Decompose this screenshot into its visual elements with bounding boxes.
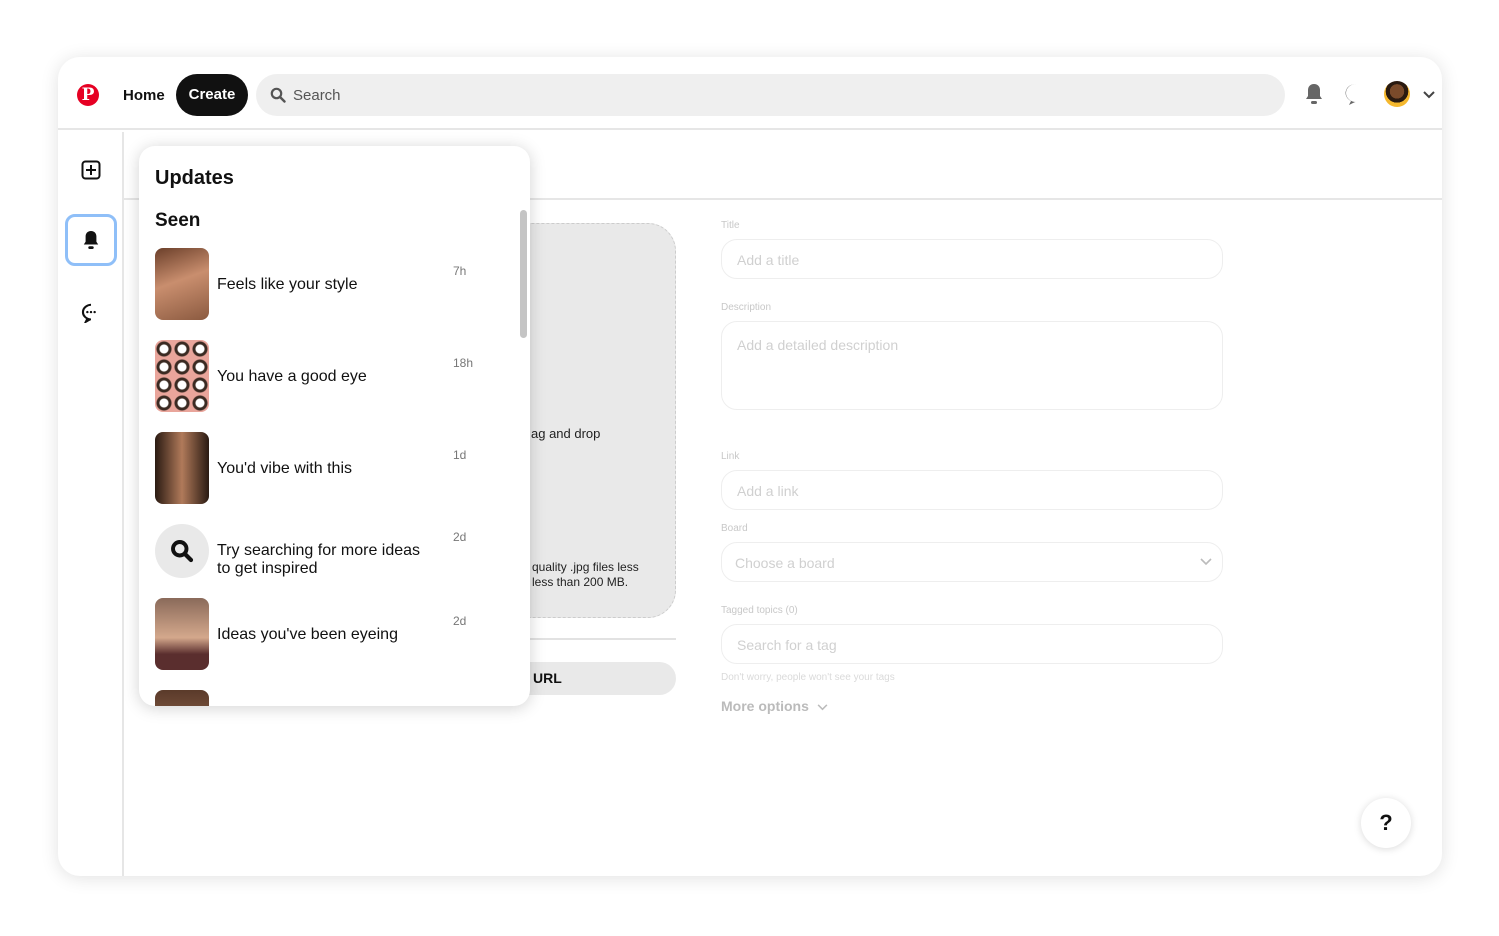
update-item[interactable]: Ideas you've been eyeing 2d <box>155 598 495 670</box>
board-select[interactable]: Choose a board <box>721 542 1223 582</box>
update-time: 2d <box>453 530 467 544</box>
update-text: Feels like your style <box>217 276 358 293</box>
tag-search-input[interactable]: Search for a tag <box>721 624 1223 664</box>
board-label: Board <box>721 523 748 534</box>
update-text: Ideas you've been eyeing <box>217 626 398 643</box>
app-window: P Home Create Search ag and drop quality… <box>58 57 1442 876</box>
link-input[interactable]: Add a link <box>721 470 1223 510</box>
update-text: You'd vibe with this <box>217 460 352 477</box>
chevron-down-icon <box>817 704 828 711</box>
updates-title: Updates <box>155 167 234 189</box>
title-input[interactable]: Add a title <box>721 239 1223 279</box>
home-link[interactable]: Home <box>123 87 165 104</box>
update-item[interactable]: You'd vibe with this 1d <box>155 432 495 504</box>
search-suggestion-avatar <box>155 524 209 578</box>
update-text: Try searching for more ideas to get insp… <box>217 542 421 577</box>
more-options-label: More options <box>721 698 809 714</box>
tags-hint: Don't worry, people won't see your tags <box>721 672 895 683</box>
tagged-topics-label: Tagged topics (0) <box>721 605 798 616</box>
help-button[interactable]: ? <box>1361 798 1411 848</box>
more-options-toggle[interactable]: More options <box>721 698 828 714</box>
account-chevron-down-icon[interactable] <box>1422 90 1436 100</box>
description-label: Description <box>721 302 772 313</box>
update-item[interactable] <box>155 690 495 706</box>
chevron-down-icon <box>1200 558 1212 566</box>
update-thumbnail <box>155 598 209 670</box>
description-textarea[interactable]: Add a detailed description <box>721 321 1223 410</box>
plus-square-icon <box>81 160 101 180</box>
sidebar-item-messages[interactable] <box>65 287 117 339</box>
sidebar-item-create[interactable] <box>65 144 117 196</box>
updates-panel: Updates Seen Feels like your style 7h Yo… <box>139 146 530 706</box>
title-label: Title <box>721 220 740 231</box>
left-sidebar <box>58 132 124 876</box>
pinterest-logo[interactable]: P <box>77 84 99 106</box>
update-time: 7h <box>453 264 467 278</box>
messages-icon[interactable] <box>1345 83 1367 105</box>
board-select-value: Choose a board <box>735 555 835 571</box>
update-item[interactable]: Try searching for more ideas to get insp… <box>155 518 495 590</box>
upload-drag-text: ag and drop <box>531 426 601 441</box>
user-avatar[interactable] <box>1384 81 1410 107</box>
top-nav: P Home Create Search <box>58 57 1442 130</box>
notifications-bell-icon[interactable] <box>1304 83 1324 105</box>
upload-requirements-line1: quality .jpg files less <box>532 560 639 574</box>
create-button[interactable]: Create <box>176 74 248 116</box>
chat-icon <box>81 303 96 323</box>
search-placeholder: Search <box>293 86 341 104</box>
update-text: You have a good eye <box>217 368 367 385</box>
update-item[interactable]: You have a good eye 18h <box>155 340 495 412</box>
update-thumbnail <box>155 248 209 320</box>
search-icon <box>171 540 194 563</box>
link-label: Link <box>721 451 740 462</box>
update-thumbnail <box>155 340 209 412</box>
search-input[interactable]: Search <box>256 74 1285 116</box>
upload-requirements-line2: less than 200 MB. <box>532 575 629 589</box>
update-item[interactable]: Feels like your style 7h <box>155 248 495 320</box>
update-thumbnail <box>155 432 209 504</box>
scrollbar[interactable] <box>520 210 527 338</box>
update-time: 2d <box>453 614 467 628</box>
sidebar-item-updates[interactable] <box>65 214 117 266</box>
update-thumbnail <box>155 690 209 706</box>
search-icon <box>270 87 286 103</box>
update-time: 1d <box>453 448 467 462</box>
update-time: 18h <box>453 356 474 370</box>
seen-heading: Seen <box>155 210 201 231</box>
bell-icon <box>83 231 99 249</box>
